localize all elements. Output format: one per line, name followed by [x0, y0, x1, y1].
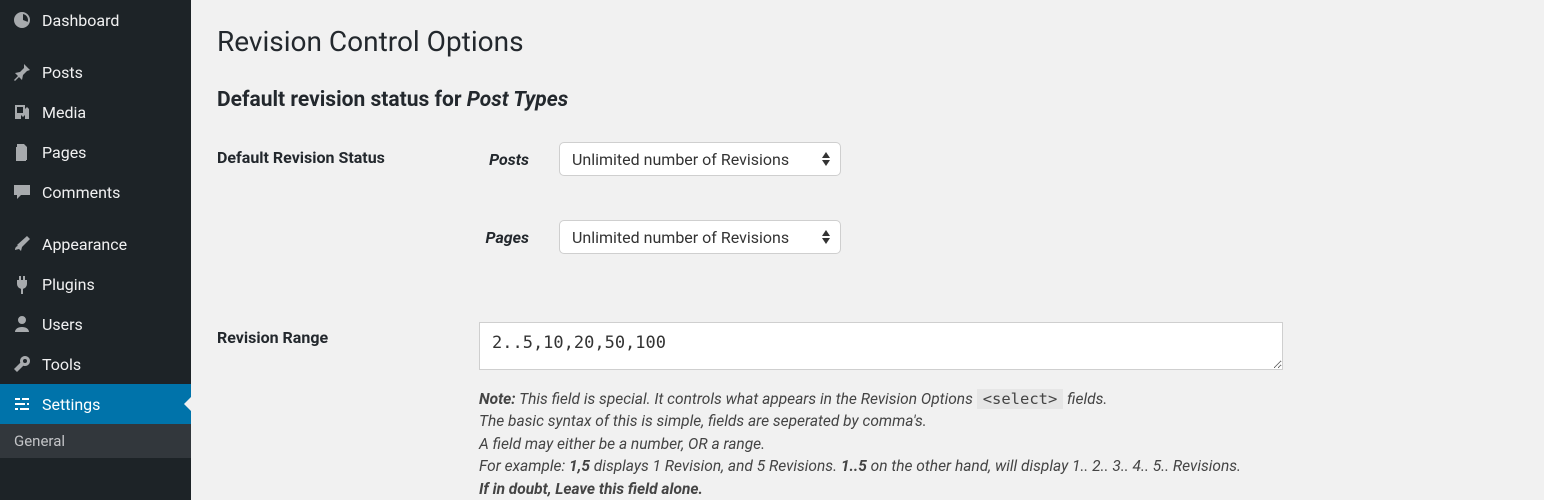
page-title: Revision Control Options: [217, 25, 1518, 58]
dashboard-icon: [12, 10, 32, 30]
code-snippet: <select>: [977, 389, 1064, 409]
sublabel-pages: Pages: [479, 228, 559, 247]
user-icon: [12, 314, 32, 334]
select-value: Unlimited number of Revisions: [572, 228, 789, 247]
pages-icon: [12, 142, 32, 162]
sidebar-item-label: Settings: [42, 395, 100, 414]
select-pages-revisions[interactable]: Unlimited number of Revisions: [559, 220, 841, 254]
sidebar-item-label: Tools: [42, 355, 81, 374]
sidebar-subitem-general[interactable]: General: [0, 424, 191, 458]
sliders-icon: [12, 394, 32, 414]
sidebar-item-label: Plugins: [42, 275, 95, 294]
sidebar-item-label: Appearance: [42, 235, 127, 254]
pin-icon: [12, 62, 32, 82]
plug-icon: [12, 274, 32, 294]
form-row-revision-range: Revision Range Note: This field is speci…: [217, 322, 1518, 500]
revision-range-note: Note: This field is special. It controls…: [479, 388, 1518, 500]
section-title: Default revision status for Post Types: [217, 88, 1518, 112]
label-revision-range: Revision Range: [217, 322, 479, 347]
sidebar-item-label: Media: [42, 103, 86, 122]
sidebar-item-users[interactable]: Users: [0, 304, 191, 344]
sidebar-item-plugins[interactable]: Plugins: [0, 264, 191, 304]
chevron-updown-icon: [822, 152, 830, 166]
chevron-updown-icon: [822, 230, 830, 244]
subrow-posts: Posts Unlimited number of Revisions: [479, 142, 1518, 176]
sidebar-item-label: Posts: [42, 63, 83, 82]
select-value: Unlimited number of Revisions: [572, 150, 789, 169]
sidebar-item-tools[interactable]: Tools: [0, 344, 191, 384]
admin-sidebar: Dashboard Posts Media Pages Comments App…: [0, 0, 191, 500]
sidebar-subitem-label: General: [14, 432, 65, 450]
sidebar-item-dashboard[interactable]: Dashboard: [0, 0, 191, 40]
media-icon: [12, 102, 32, 122]
form-row-default-status: Default Revision Status Posts Unlimited …: [217, 142, 1518, 314]
sidebar-item-label: Pages: [42, 143, 86, 162]
sidebar-item-label: Users: [42, 315, 83, 334]
subrow-pages: Pages Unlimited number of Revisions: [479, 220, 1518, 254]
brush-icon: [12, 234, 32, 254]
sidebar-item-settings[interactable]: Settings: [0, 384, 191, 424]
comment-icon: [12, 182, 32, 202]
select-posts-revisions[interactable]: Unlimited number of Revisions: [559, 142, 841, 176]
sidebar-item-pages[interactable]: Pages: [0, 132, 191, 172]
label-default-status: Default Revision Status: [217, 142, 479, 167]
wrench-icon: [12, 354, 32, 374]
sidebar-item-label: Dashboard: [42, 11, 119, 30]
sidebar-item-media[interactable]: Media: [0, 92, 191, 132]
sidebar-item-comments[interactable]: Comments: [0, 172, 191, 212]
sidebar-item-posts[interactable]: Posts: [0, 52, 191, 92]
sublabel-posts: Posts: [479, 150, 559, 169]
sidebar-item-label: Comments: [42, 183, 120, 202]
content-area: Revision Control Options Default revisio…: [191, 0, 1544, 500]
sidebar-item-appearance[interactable]: Appearance: [0, 224, 191, 264]
input-revision-range[interactable]: [479, 322, 1283, 370]
